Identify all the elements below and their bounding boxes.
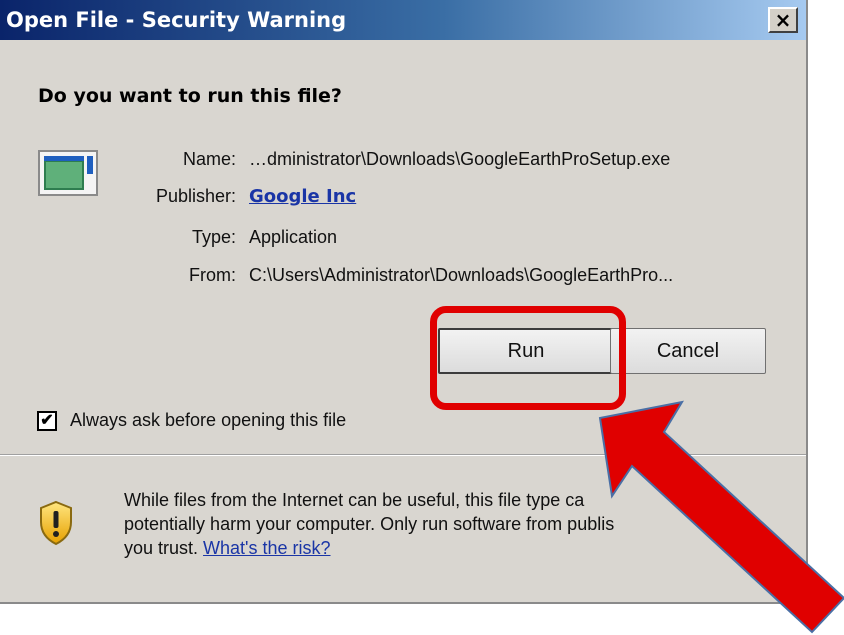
cancel-button[interactable]: Cancel	[610, 328, 766, 374]
run-highlight-box	[430, 306, 626, 410]
info-row-type: Type: Application	[100, 227, 337, 248]
security-shield-icon	[40, 500, 72, 546]
info-row-publisher: Publisher: Google Inc	[100, 186, 356, 207]
publisher-label: Publisher:	[155, 186, 236, 206]
whats-the-risk-link[interactable]: What's the risk?	[203, 538, 330, 558]
close-button[interactable]: ×	[768, 7, 798, 33]
question-heading: Do you want to run this file?	[38, 85, 342, 107]
application-file-icon	[38, 150, 98, 196]
from-value: C:\Users\Administrator\Downloads\GoogleE…	[249, 265, 674, 285]
close-icon: ×	[774, 8, 792, 32]
publisher-link[interactable]: Google Inc	[249, 186, 356, 207]
divider	[0, 454, 806, 456]
always-ask-label[interactable]: Always ask before opening this file	[70, 410, 346, 431]
info-row-name: Name: …dministrator\Downloads\GoogleEarth…	[100, 149, 670, 170]
title-bar[interactable]: Open File - Security Warning ×	[0, 0, 806, 40]
name-value: …dministrator\Downloads\GoogleEarthProSe…	[249, 149, 671, 169]
always-ask-checkbox[interactable]: ✔	[37, 411, 57, 431]
type-label: Type:	[191, 227, 236, 247]
warning-line-2: potentially harm your computer. Only run…	[124, 514, 615, 534]
warning-line-3-prefix: you trust.	[124, 538, 204, 558]
warning-line-1: While files from the Internet can be use…	[124, 490, 585, 510]
security-warning-dialog: Open File - Security Warning × Do you wa…	[0, 0, 808, 604]
name-label: Name:	[182, 149, 236, 169]
warning-line-3: you trust. What's the risk?	[124, 536, 804, 560]
info-row-from: From: C:\Users\Administrator\Downloads\Go…	[100, 265, 673, 286]
warning-text: While files from the Internet can be use…	[124, 488, 804, 560]
from-label: From:	[189, 265, 236, 285]
cancel-button-label: Cancel	[656, 339, 720, 362]
dialog-title: Open File - Security Warning	[6, 8, 347, 32]
type-value: Application	[249, 227, 338, 247]
